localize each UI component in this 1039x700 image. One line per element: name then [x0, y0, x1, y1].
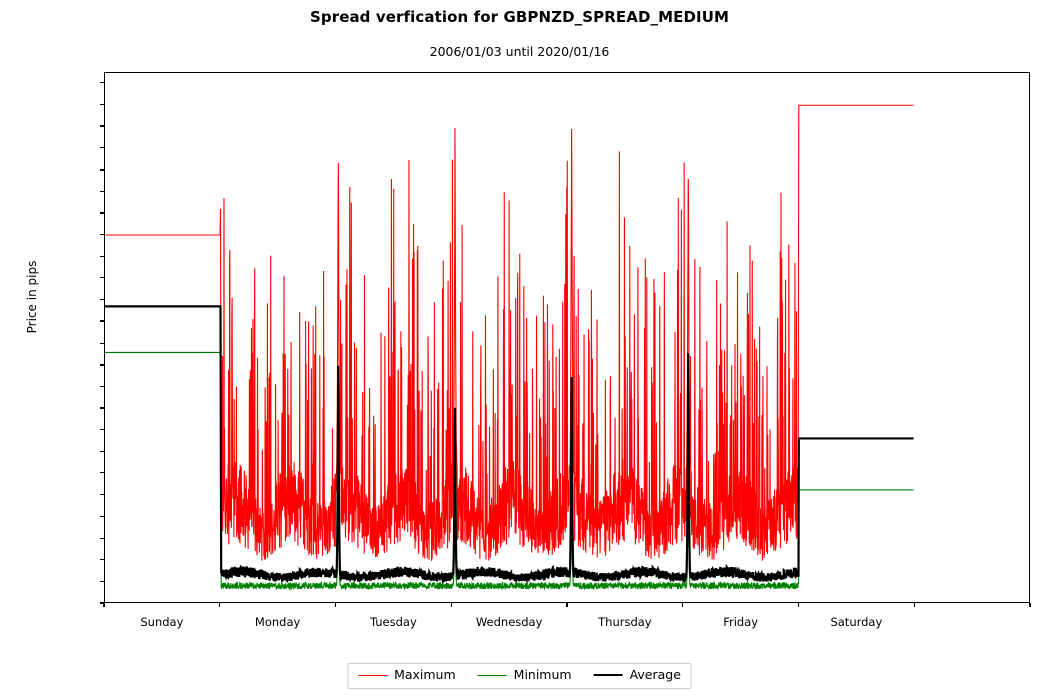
x-tick-label-thursday: Thursday	[598, 615, 652, 629]
chart-legend: Maximum Minimum Average	[347, 663, 692, 689]
x-tick-mark	[103, 603, 105, 607]
y-axis-label: Price in pips	[25, 260, 39, 334]
legend-swatch-maximum	[358, 674, 388, 676]
x-tick-label-saturday: Saturday	[830, 615, 883, 629]
legend-item-minimum[interactable]: Minimum	[477, 667, 572, 682]
x-tick-mark	[566, 603, 568, 607]
chart-figure: Spread verfication for GBPNZD_SPREAD_MED…	[0, 0, 1039, 700]
legend-label: Maximum	[394, 667, 456, 682]
plot-area	[104, 72, 1030, 603]
legend-swatch-average	[593, 674, 623, 677]
x-tick-mark	[1029, 603, 1031, 607]
x-tick-label-friday: Friday	[723, 615, 759, 629]
legend-item-maximum[interactable]: Maximum	[358, 667, 456, 682]
legend-swatch-minimum	[477, 674, 507, 676]
legend-item-average[interactable]: Average	[593, 667, 681, 682]
x-tick-mark	[797, 603, 800, 607]
x-tick-label-monday: Monday	[254, 615, 301, 629]
legend-label: Average	[629, 667, 681, 682]
x-tick-label-tuesday: Tuesday	[369, 615, 417, 629]
chart-subtitle: 2006/01/03 until 2020/01/16	[429, 44, 610, 59]
legend-label: Minimum	[513, 667, 572, 682]
x-tick-label-wednesday: Wednesday	[475, 615, 543, 629]
chart-canvas	[105, 104, 914, 592]
x-tick-mark	[913, 603, 915, 607]
x-tick-mark	[334, 603, 337, 607]
x-tick-mark	[682, 603, 684, 607]
chart-title: Spread verfication for GBPNZD_SPREAD_MED…	[309, 8, 730, 26]
x-tick-mark	[219, 603, 221, 607]
x-tick-label-sunday: Sunday	[140, 615, 184, 629]
x-tick-mark	[450, 603, 452, 607]
series-line-maximum	[105, 104, 914, 561]
